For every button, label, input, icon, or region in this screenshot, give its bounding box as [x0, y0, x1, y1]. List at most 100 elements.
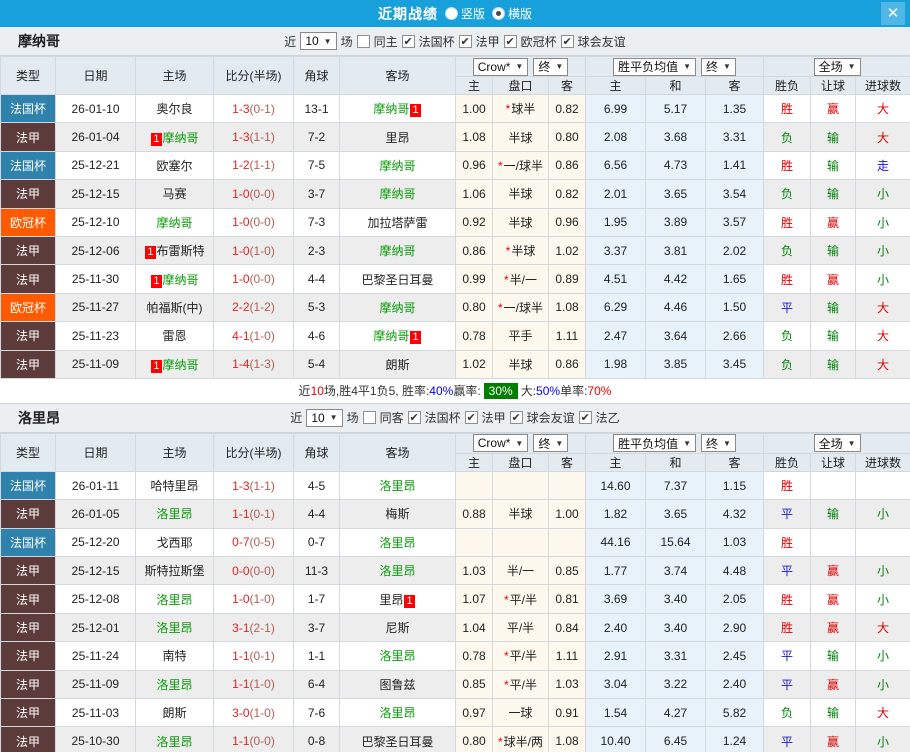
result-cell: 负 — [763, 179, 812, 209]
home-team-cell: 奥尔良 — [135, 93, 214, 124]
crown-company-select[interactable]: Crow* ▼ — [472, 434, 529, 453]
corner-cell: 3-7 — [293, 179, 340, 209]
odds-average-select-arrow-icon: ▼ — [683, 438, 692, 448]
away-team-cell: 摩纳哥 — [339, 179, 456, 209]
league-label-0: 法国杯 — [424, 411, 461, 426]
result-text: 胜 — [781, 621, 794, 636]
euro-odds-group: 胜平负均值 ▼ 终 ▼ — [585, 432, 765, 454]
match-row: 法国杯 25-12-20 戈西耶 0-7(0-5) 0-7 洛里昂 44.16 15.64 1.… — [0, 527, 910, 558]
home-team-name: 马赛 — [162, 187, 187, 202]
crown-home-cell: 0.80 — [455, 726, 493, 752]
full-match-select[interactable]: 全场 ▼ — [813, 57, 861, 76]
radio-horizontal-layout[interactable]: 横版 — [492, 5, 532, 22]
result-cell: 胜 — [763, 584, 812, 614]
handicap-result-cell — [810, 527, 857, 558]
handicap-cell: *半/一 — [492, 264, 549, 294]
corner-cell: 6-4 — [293, 669, 340, 700]
corner-cell: 5-3 — [293, 292, 340, 323]
date-cell: 25-11-30 — [55, 264, 136, 294]
result-cell: 胜 — [763, 264, 812, 294]
handicap-result-cell: 输 — [810, 499, 857, 529]
euro-draw-cell: 3.22 — [645, 669, 707, 700]
result-cell: 负 — [763, 698, 812, 728]
score-cell: 1-4(1-3) — [213, 349, 294, 379]
league-checkbox-2[interactable]: ✔ — [503, 34, 517, 48]
team-name: 摩纳哥 — [18, 33, 60, 49]
euro-draw-cell: 15.64 — [645, 527, 707, 558]
home-team-cell: 南特 — [135, 641, 214, 671]
league-checkbox-3[interactable]: ✔ — [578, 411, 592, 425]
away-team-cell: 摩纳哥 — [339, 235, 456, 266]
away-team-name: 尼斯 — [385, 621, 410, 636]
euro-home-cell: 2.47 — [585, 321, 647, 351]
handicap-text: 球半/两 — [503, 734, 543, 749]
league-checkbox-0[interactable]: ✔ — [407, 411, 421, 425]
euro-away-cell: 2.40 — [705, 669, 765, 700]
radio-horizontal-icon[interactable] — [492, 7, 505, 20]
odds-average-select[interactable]: 胜平负均值 ▼ — [613, 434, 697, 453]
home-team-cell: 1 布雷斯特 — [135, 235, 214, 266]
league-checkbox-1[interactable]: ✔ — [464, 411, 478, 425]
odds-average-select[interactable]: 胜平负均值 ▼ — [613, 57, 697, 76]
result-text: 平 — [781, 564, 794, 579]
away-team-cell: 加拉塔萨雷 — [339, 207, 456, 237]
euro-draw-cell: 3.40 — [645, 584, 707, 614]
half-score: (0-0) — [249, 215, 275, 230]
same-venue-checkbox[interactable] — [362, 411, 376, 425]
home-team-name: 朗斯 — [162, 706, 187, 721]
league-checkbox-0[interactable]: ✔ — [401, 34, 415, 48]
handicap-cell: *球半 — [492, 93, 549, 124]
header-row-groups: 类型 日期 主场 比分(半场) 角球 客场 Crow* ▼ 终 ▼ 胜平负均值 ▼ 终 ▼ 全场 ▼ — [0, 56, 910, 95]
type-cell: 欧冠杯 — [0, 292, 56, 323]
rank-badge: 1 — [151, 132, 162, 146]
home-team-cell: 洛里昂 — [135, 612, 214, 643]
crown-away-cell — [547, 470, 587, 501]
close-icon[interactable]: ✕ — [881, 2, 905, 25]
sections-container: 摩纳哥近 10 ▼ 场同主 ✔ 法国杯 ✔ 法甲 ✔ 欧冠杯 ✔ 球会友谊 类型 日期 主场 比分(半场) 角球… — [0, 27, 910, 752]
handicap-result-cell: 赢 — [810, 669, 857, 700]
half-score: (1-0) — [249, 705, 275, 720]
euro-away-cell: 1.50 — [705, 292, 765, 323]
match-count-select-arrow-icon: ▼ — [329, 413, 338, 423]
date-cell: 25-12-08 — [55, 584, 136, 614]
match-count-select[interactable]: 10 ▼ — [300, 32, 337, 50]
sub-header-8: 进球数 — [855, 76, 910, 95]
crown-home-cell: 0.85 — [455, 669, 493, 700]
half-score: (1-0) — [249, 328, 275, 343]
match-count-select[interactable]: 10 ▼ — [306, 408, 343, 427]
crown-final-select-value: 终 — [538, 60, 551, 74]
league-checkbox-3[interactable]: ✔ — [560, 34, 574, 48]
crown-away-cell: 1.03 — [547, 669, 587, 700]
type-cell: 法甲 — [0, 235, 56, 266]
goals-result-cell: 大 — [855, 93, 910, 124]
same-venue-checkbox[interactable] — [356, 34, 370, 48]
home-team-cell: 斯特拉斯堡 — [135, 556, 214, 586]
euro-home-cell: 14.60 — [585, 470, 647, 501]
handicap-cell: *一/球半 — [492, 150, 549, 181]
euro-final-select[interactable]: 终 ▼ — [701, 57, 736, 76]
league-checkbox-1[interactable]: ✔ — [458, 34, 472, 48]
date-cell: 25-11-03 — [55, 698, 136, 728]
crown-company-select[interactable]: Crow* ▼ — [472, 57, 529, 76]
league-checkbox-2[interactable]: ✔ — [509, 411, 523, 425]
crown-final-select[interactable]: 终 ▼ — [533, 434, 569, 453]
page-title: 近期战绩 — [377, 5, 438, 22]
away-team-name: 洛里昂 — [379, 649, 416, 664]
rank-badge: 1 — [410, 104, 421, 118]
handicap-star: * — [497, 734, 503, 749]
full-match-select[interactable]: 全场 ▼ — [813, 434, 861, 453]
crown-final-select[interactable]: 终 ▼ — [533, 57, 569, 76]
radio-vertical-layout[interactable]: 竖版 — [444, 5, 485, 22]
goals-result-cell: 走 — [855, 150, 910, 181]
match-row: 欧冠杯 25-12-10 摩纳哥 1-0(0-0) 7-3 加拉塔萨雷 0.92 半球 0.96… — [0, 207, 910, 237]
radio-vertical-icon[interactable] — [444, 7, 458, 20]
euro-away-cell: 2.90 — [705, 612, 765, 643]
result-cell: 胜 — [763, 527, 812, 558]
date-cell: 25-11-23 — [55, 321, 136, 351]
euro-final-select[interactable]: 终 ▼ — [701, 434, 736, 453]
result-text: 小 — [877, 734, 890, 749]
handicap-cell: 半/一 — [492, 556, 549, 586]
euro-home-cell: 1.82 — [585, 499, 647, 529]
home-team-cell: 洛里昂 — [135, 499, 214, 529]
full-score: 1-3 — [232, 478, 250, 493]
